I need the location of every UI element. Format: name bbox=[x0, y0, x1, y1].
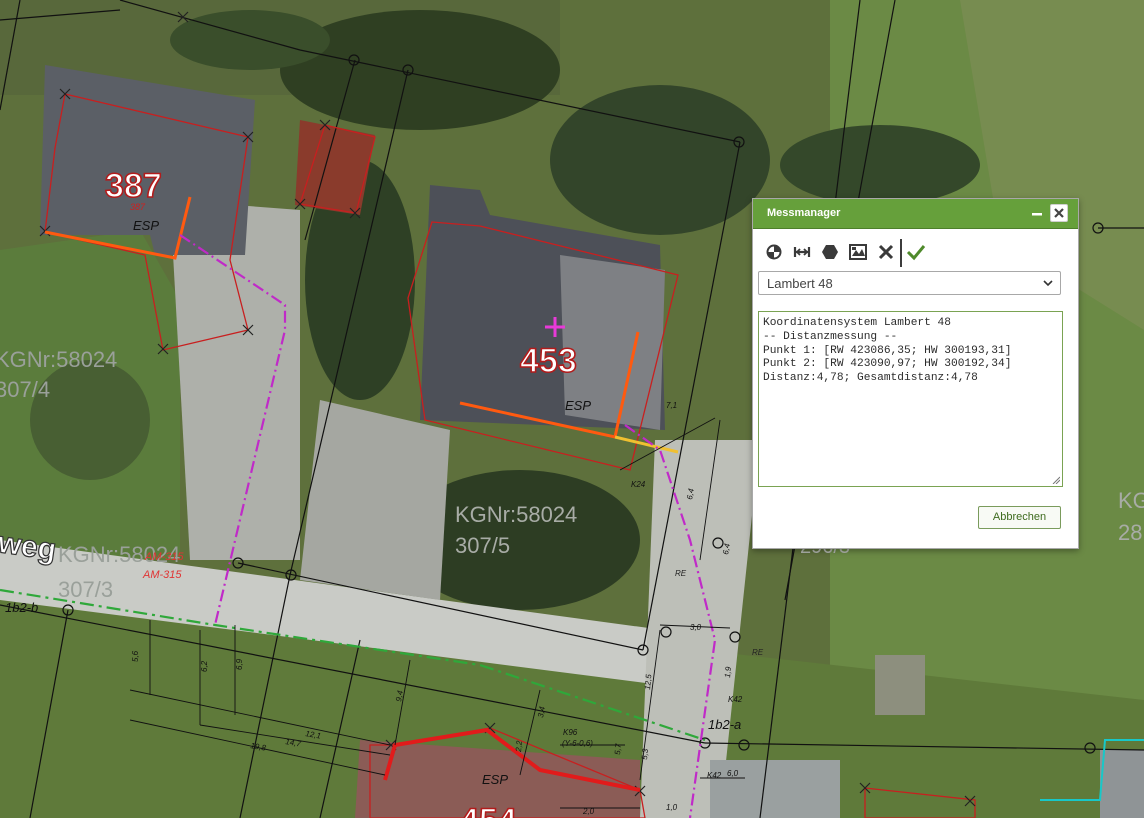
messmanager-window[interactable]: Messmanager Lambert 48 Koordinatensystem… bbox=[752, 198, 1079, 549]
point-code: K42 bbox=[707, 771, 722, 780]
kg-label-sub: 307/5 bbox=[455, 533, 510, 558]
output-line: Punkt 1: [RW 423086,35; HW 300193,31] bbox=[763, 344, 1012, 357]
window-title: Messmanager bbox=[767, 207, 841, 219]
dimension-value: 5,6 bbox=[131, 650, 140, 662]
parcel-number-453: 453 bbox=[520, 342, 577, 380]
garden-plot bbox=[875, 655, 925, 715]
minimize-icon bbox=[1032, 213, 1042, 216]
output-line: Punkt 2: [RW 423090,97; HW 300192,34] bbox=[763, 358, 1012, 371]
coordinate-system-value: Lambert 48 bbox=[767, 276, 833, 291]
point-code: RE bbox=[752, 648, 764, 657]
distance-tool-button[interactable] bbox=[791, 239, 813, 265]
globe-tool-button[interactable] bbox=[763, 239, 785, 265]
kg-label-sub: 307/3 bbox=[58, 577, 113, 602]
cancel-button[interactable]: Abbrechen bbox=[978, 506, 1061, 529]
confirm-tool-icon bbox=[906, 245, 926, 261]
measure-toolbar bbox=[761, 239, 1061, 269]
point-code: AM-315 bbox=[144, 551, 184, 563]
globe-tool-icon bbox=[766, 244, 782, 260]
point-code: (Y-6-0,6) bbox=[562, 739, 593, 748]
parcel-sub-label: 387 bbox=[130, 202, 146, 212]
output-line: Distanz:4,78; Gesamtdistanz:4,78 bbox=[763, 372, 978, 385]
measurement-output-textarea[interactable]: Koordinatensystem Lambert 48 -- Distanzme… bbox=[758, 311, 1063, 487]
dimension-value: 2,0 bbox=[582, 807, 595, 816]
tree-canopy bbox=[780, 125, 980, 205]
point-code: 1b2-a bbox=[708, 717, 741, 732]
point-code: K96 bbox=[563, 728, 578, 737]
kg-label: KGNr:58024 bbox=[0, 347, 117, 372]
dimension-value: 6,9 bbox=[235, 658, 244, 670]
export-tool-button[interactable] bbox=[847, 239, 869, 265]
point-code: RE bbox=[675, 569, 687, 578]
resize-handle-icon[interactable] bbox=[1052, 476, 1060, 484]
kg-label: KG bbox=[1118, 488, 1144, 513]
point-code: AM-315 bbox=[142, 569, 182, 581]
delete-tool-icon bbox=[878, 244, 894, 260]
dimension-value: 12,5 bbox=[643, 673, 653, 690]
building-edge bbox=[1100, 750, 1144, 818]
export-tool-icon bbox=[849, 244, 867, 260]
minimize-button[interactable] bbox=[1029, 205, 1045, 221]
dimension-value: 1,9 bbox=[723, 666, 733, 678]
output-line: Koordinatensystem Lambert 48 bbox=[763, 317, 951, 329]
yard-paving bbox=[300, 400, 450, 600]
tree-canopy bbox=[170, 10, 330, 70]
dimension-value: 2,2 bbox=[514, 740, 524, 753]
area-tool-button[interactable] bbox=[819, 239, 841, 265]
parcel-number-387: 387 bbox=[105, 167, 162, 205]
kg-label-sub: 28 bbox=[1118, 520, 1142, 545]
delete-tool-button[interactable] bbox=[875, 239, 897, 265]
kg-label: KGNr:58024 bbox=[455, 502, 577, 527]
esp-label: ESP bbox=[133, 218, 159, 233]
parcel-number-454: 454 bbox=[460, 802, 517, 818]
area-tool-icon bbox=[822, 245, 838, 259]
esp-label: ESP bbox=[482, 772, 508, 787]
point-code: 1b2-b bbox=[5, 600, 38, 615]
chevron-down-icon bbox=[1043, 280, 1053, 287]
close-button[interactable] bbox=[1050, 204, 1068, 222]
confirm-tool-button[interactable] bbox=[905, 239, 927, 265]
point-code: K24 bbox=[631, 480, 646, 489]
dimension-value: 5,3 bbox=[640, 748, 650, 760]
kg-label-sub: 307/4 bbox=[0, 377, 50, 402]
dimension-value: 1,0 bbox=[666, 803, 678, 812]
window-titlebar[interactable]: Messmanager bbox=[753, 199, 1078, 229]
dimension-value: 3,0 bbox=[690, 623, 702, 632]
esp-label: ESP bbox=[565, 398, 591, 413]
coordinate-system-select[interactable]: Lambert 48 bbox=[758, 271, 1061, 295]
point-code: K42 bbox=[728, 695, 743, 704]
dimension-value: 7,1 bbox=[666, 401, 677, 410]
dimension-value: 6,0 bbox=[727, 769, 739, 778]
dimension-value: 5,7 bbox=[613, 743, 623, 755]
distance-tool-icon bbox=[793, 247, 811, 257]
close-icon bbox=[1054, 208, 1064, 218]
dimension-value: 6,2 bbox=[200, 660, 209, 672]
output-line: -- Distanzmessung -- bbox=[763, 330, 898, 343]
toolbar-separator bbox=[900, 239, 902, 267]
